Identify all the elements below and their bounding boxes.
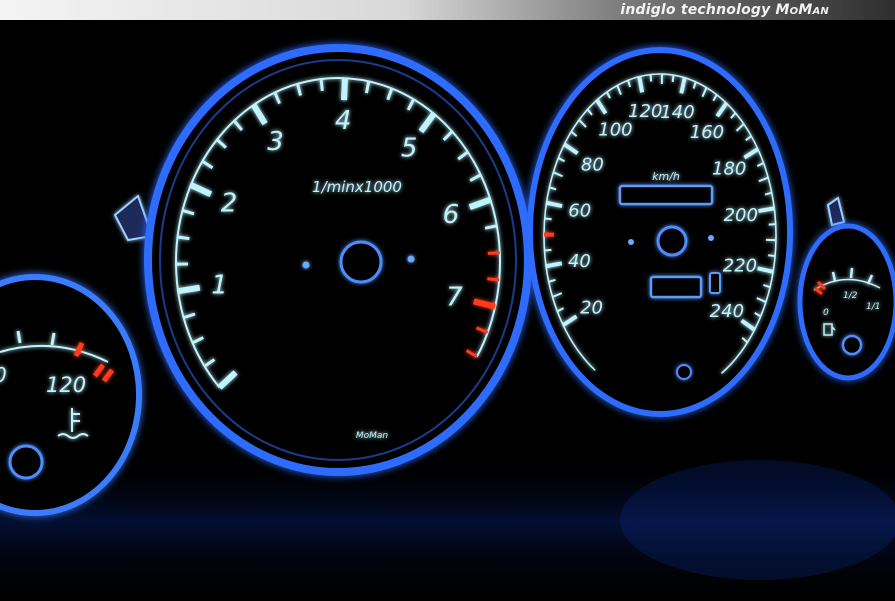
- speedometer-label-60: 60: [568, 201, 591, 222]
- tachometer-label-1: 1: [211, 271, 228, 301]
- speedometer-screw-left: [628, 239, 634, 245]
- fuel-gauge: 0 1/2 1/1: [797, 223, 895, 381]
- tachometer-unit-label: 1/minx1000: [312, 178, 402, 196]
- speedometer-tick: [637, 76, 645, 93]
- speedometer-label-40: 40: [568, 251, 591, 272]
- banner-brand: MoMan: [775, 2, 829, 18]
- trip-odometer-window: [618, 184, 714, 206]
- speedometer-label-20: 20: [580, 297, 603, 318]
- tachometer-label-6: 6: [443, 200, 460, 230]
- speedometer-tick: [768, 254, 776, 258]
- speedometer-tick: [649, 74, 653, 82]
- tachometer-label-2: 2: [221, 189, 238, 219]
- speedometer-label-120: 120: [628, 101, 662, 122]
- speedometer-label-80: 80: [581, 155, 604, 176]
- speedometer-tick: [544, 248, 552, 252]
- trip-reset-button: [709, 272, 721, 294]
- speedometer-tick: [544, 217, 552, 221]
- temperature-label-120: 120: [46, 373, 86, 397]
- speedometer-screw-right: [708, 235, 714, 241]
- speedometer-unit-label: km/h: [652, 170, 680, 183]
- tachometer-label-7: 7: [446, 283, 463, 313]
- tachometer-label-4: 4: [335, 106, 352, 136]
- tachometer-needle-hub: [339, 240, 383, 284]
- banner-text: indiglo technology MoMan: [620, 1, 829, 19]
- tachometer-tick: [177, 235, 190, 241]
- speedometer-label-220: 220: [723, 255, 757, 276]
- tachometer-tick: [319, 78, 324, 92]
- fuel-label-half: 1/2: [843, 291, 858, 301]
- banner: indiglo technology MoMan: [0, 0, 895, 20]
- fuel-gauge-bezel: [797, 223, 895, 381]
- speedometer-label-180: 180: [712, 158, 746, 179]
- banner-tagline: indiglo technology: [620, 2, 771, 18]
- tachometer-logo: MoMan: [356, 431, 389, 441]
- right-bezel-tab: [826, 196, 846, 227]
- tachometer-tick: [487, 251, 500, 255]
- tachometer-label-5: 5: [401, 134, 418, 164]
- speedometer-lower-indicator: [676, 364, 692, 380]
- speedometer: 20 40 60 80 100120140160 180 200 220 240 km/h: [527, 47, 793, 417]
- fuel-label-full: 1/1: [866, 302, 880, 312]
- speedometer-label-160: 160: [690, 122, 724, 143]
- odometer-window: [649, 275, 703, 299]
- fuel-needle-hub: [841, 334, 863, 356]
- tachometer-tick: [487, 277, 500, 282]
- tachometer-label-3: 3: [267, 127, 284, 157]
- speedometer-tick: [768, 223, 776, 226]
- speedometer-tick: [758, 206, 775, 214]
- tachometer-screw-right: [407, 255, 415, 263]
- speedometer-needle-hub: [656, 225, 688, 257]
- tachometer-tick: [341, 78, 348, 101]
- speedometer-label-100: 100: [598, 120, 632, 141]
- speedometer-label-140: 140: [660, 102, 694, 123]
- fuel-label-empty: 0: [823, 308, 829, 318]
- temperature-label-0: 0: [0, 363, 7, 387]
- tachometer-tick: [177, 284, 201, 295]
- instrument-cluster-photo: 0 120 1/minx1000 1 2 3 4 5 6 7 MoMan 20 40 60 80 1…: [0, 44, 895, 601]
- speedometer-tick: [671, 74, 675, 83]
- speedometer-label-200: 200: [724, 205, 758, 226]
- tachometer: 1/minx1000 1 2 3 4 5 6 7 MoMan: [144, 44, 532, 476]
- speedometer-label-240: 240: [710, 301, 744, 322]
- temperature-needle-hub: [8, 444, 44, 480]
- tachometer-screw-left: [302, 261, 310, 269]
